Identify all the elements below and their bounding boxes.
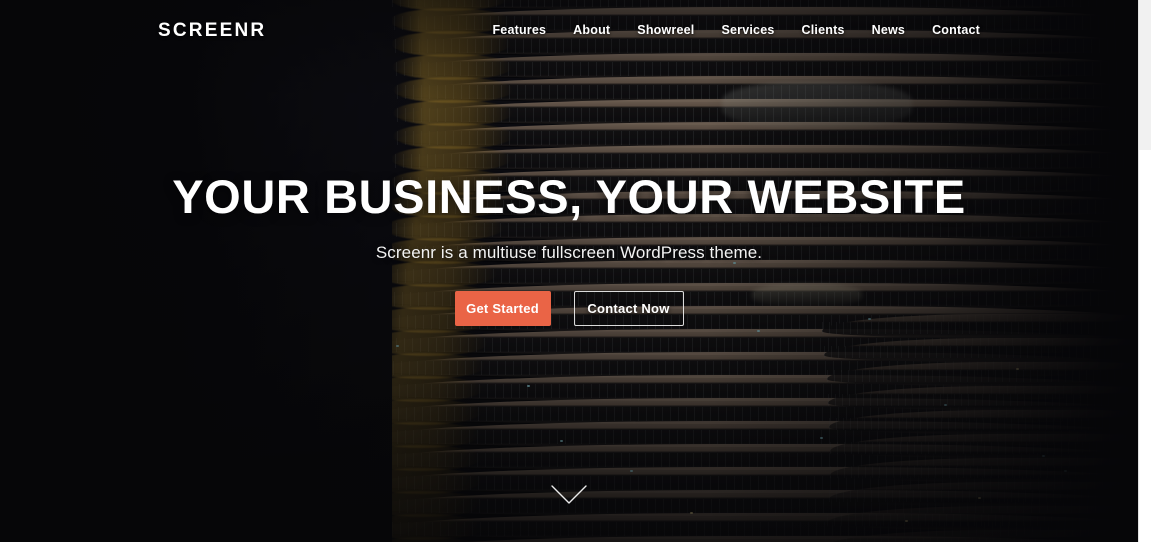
hero-title: YOUR BUSINESS, YOUR WEBSITE — [172, 170, 966, 223]
nav-link-clients[interactable]: Clients — [802, 24, 845, 37]
page-viewport: SCREENR Features About Showreel Services Cli… — [0, 0, 1138, 542]
get-started-button[interactable]: Get Started — [454, 291, 551, 327]
scroll-down-button[interactable] — [550, 484, 588, 506]
main-navigation: Features About Showreel Services Clients News… — [492, 24, 980, 37]
contact-now-button[interactable]: Contact Now — [573, 291, 684, 327]
nav-link-contact[interactable]: Contact — [932, 24, 980, 37]
hero-button-group: Get Started Contact Now — [0, 291, 1138, 327]
hero-section: YOUR BUSINESS, YOUR WEBSITE Screenr is a… — [0, 170, 1138, 327]
chevron-down-icon — [551, 485, 587, 504]
hero-subtitle: Screenr is a multiuse fullscreen WordPre… — [375, 243, 763, 263]
nav-link-news[interactable]: News — [872, 24, 905, 37]
nav-link-about[interactable]: About — [573, 24, 610, 37]
nav-link-services[interactable]: Services — [721, 24, 774, 37]
nav-link-showreel[interactable]: Showreel — [637, 24, 694, 37]
page-scrollbar-thumb[interactable] — [1139, 0, 1151, 150]
nav-link-features[interactable]: Features — [492, 24, 546, 37]
site-header: SCREENR Features About Showreel Services Cli… — [0, 0, 1138, 64]
site-logo[interactable]: SCREENR — [158, 21, 266, 40]
